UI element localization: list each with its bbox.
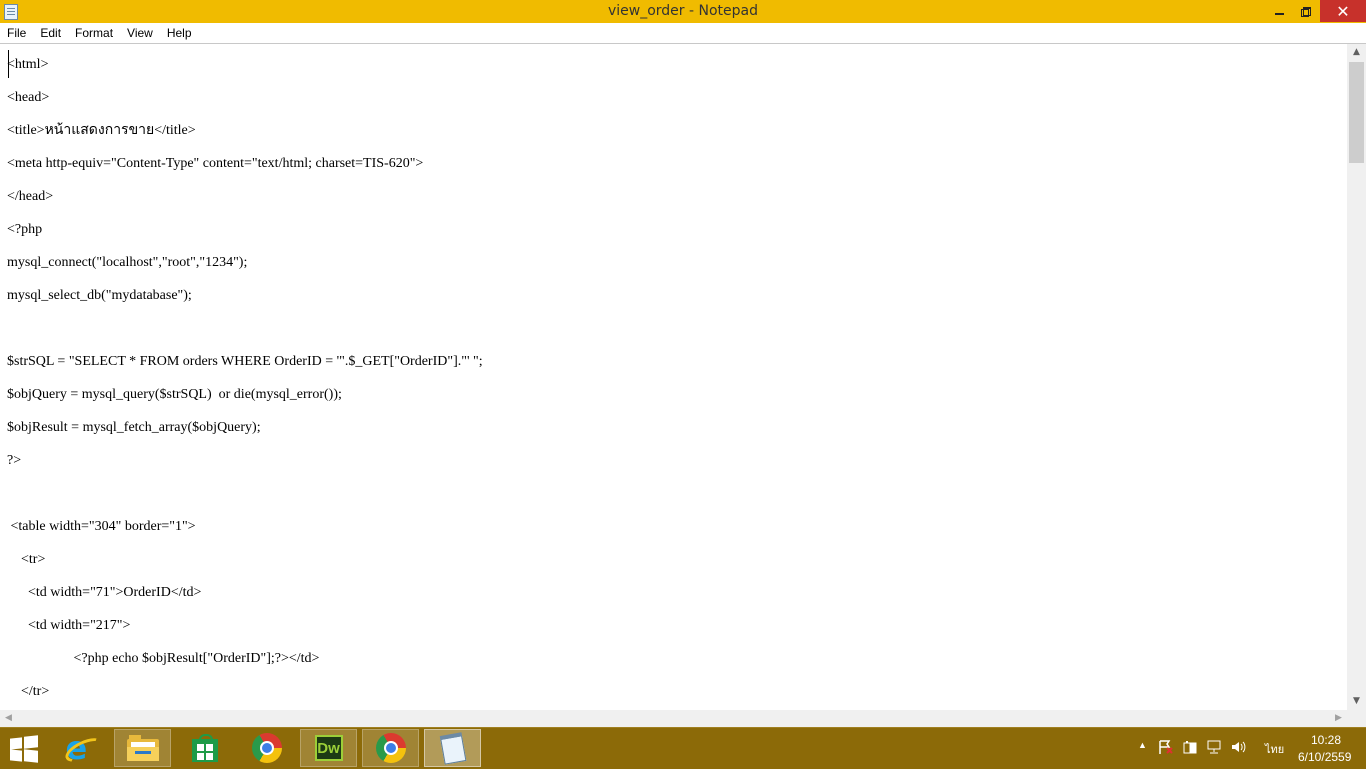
windows-logo-icon: [10, 737, 22, 750]
taskbar-chrome[interactable]: [238, 729, 295, 767]
vertical-scroll-thumb[interactable]: [1349, 62, 1364, 163]
code-line: $strSQL = "SELECT * FROM orders WHERE Or…: [7, 354, 483, 369]
code-line: <html>: [7, 57, 49, 72]
volume-icon[interactable]: [1230, 739, 1248, 758]
scroll-right-icon[interactable]: ▶: [1330, 710, 1347, 727]
menu-help[interactable]: Help: [160, 23, 199, 43]
taskbar-store[interactable]: [176, 729, 233, 767]
menu-bar: File Edit Format View Help: [0, 23, 1366, 43]
code-line: <head>: [7, 90, 50, 105]
code-line: mysql_select_db("mydatabase");: [7, 288, 192, 303]
code-line: mysql_connect("localhost","root","1234")…: [7, 255, 248, 270]
code-line: <title>หน้าแสดงการขาย</title>: [7, 123, 196, 138]
chrome-icon: [375, 733, 406, 763]
text-editor-area[interactable]: <html> <head> <title>หน้าแสดงการขาย</tit…: [0, 43, 1366, 711]
system-tray: ▲ ไทย 10:28 6/10/2559: [1130, 727, 1366, 768]
network-icon[interactable]: [1206, 739, 1224, 758]
battery-icon[interactable]: [1182, 739, 1198, 758]
windows-logo-icon: [24, 749, 38, 763]
restore-icon: [1300, 6, 1311, 17]
internet-explorer-icon: e: [61, 729, 106, 767]
code-line: </head>: [7, 189, 54, 204]
menu-format[interactable]: Format: [68, 23, 120, 43]
window-title: view_order - Notepad: [607, 3, 758, 19]
menu-view[interactable]: View: [120, 23, 160, 43]
close-button[interactable]: ✕: [1320, 0, 1366, 22]
notepad-icon: [437, 732, 467, 765]
code-line: <?php: [7, 222, 43, 237]
menu-edit[interactable]: Edit: [33, 23, 68, 43]
taskbar-chrome-window[interactable]: [362, 729, 419, 767]
taskbar-notepad[interactable]: [424, 729, 481, 767]
scroll-down-icon[interactable]: ▼: [1347, 693, 1366, 710]
input-language-indicator[interactable]: ไทย: [1265, 740, 1284, 758]
clock-time[interactable]: 10:28: [1311, 733, 1341, 747]
code-line: $objResult = mysql_fetch_array($objQuery…: [7, 420, 261, 435]
show-hidden-icons-icon[interactable]: ▲: [1138, 740, 1147, 750]
taskbar-dreamweaver[interactable]: Dw: [300, 729, 357, 767]
taskbar-file-explorer[interactable]: [114, 729, 171, 767]
code-line: </tr>: [7, 684, 50, 699]
code-line: <table width="304" border="1">: [7, 519, 196, 534]
code-line: <meta http-equiv="Content-Type" content=…: [7, 156, 424, 171]
vertical-scrollbar[interactable]: ▲ ▼: [1347, 44, 1366, 710]
store-icon: [191, 734, 218, 762]
clock-date[interactable]: 6/10/2559: [1298, 750, 1351, 764]
code-line: <?php echo $objResult["OrderID"];?></td>: [7, 651, 320, 666]
start-button[interactable]: [10, 735, 38, 763]
close-icon: ✕: [1336, 1, 1350, 21]
chrome-icon: [251, 733, 282, 763]
horizontal-scrollbar[interactable]: ◀ ▶: [0, 710, 1347, 727]
scroll-up-icon[interactable]: ▲: [1347, 44, 1366, 61]
menu-file[interactable]: File: [0, 23, 33, 43]
minimize-button[interactable]: [1266, 0, 1292, 22]
file-explorer-icon: [126, 735, 159, 761]
dreamweaver-icon: Dw: [314, 735, 343, 761]
code-line: <td width="217">: [7, 618, 131, 633]
code-line: $objQuery = mysql_query($strSQL) or die(…: [7, 387, 342, 402]
restore-button[interactable]: [1292, 0, 1318, 22]
minimize-icon: [1274, 13, 1284, 15]
code-line: ?>: [7, 453, 22, 468]
title-bar[interactable]: view_order - Notepad ✕: [0, 0, 1366, 23]
taskbar-internet-explorer[interactable]: e: [52, 729, 109, 767]
size-grip: [1347, 710, 1366, 727]
code-line: <tr>: [7, 552, 46, 567]
code-line: <td width="71">OrderID</td>: [7, 585, 202, 600]
action-center-flag-icon[interactable]: [1158, 739, 1174, 758]
windows-logo-icon: [24, 735, 38, 749]
windows-logo-icon: [10, 749, 22, 762]
scroll-left-icon[interactable]: ◀: [0, 710, 17, 727]
